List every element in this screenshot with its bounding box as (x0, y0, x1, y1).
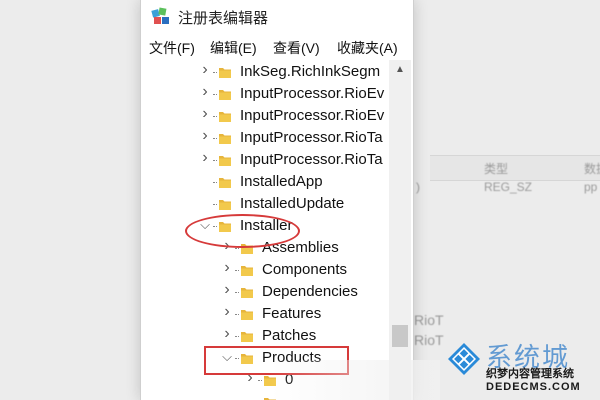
tree-item[interactable]: › Patches (141, 326, 391, 348)
chevron-right-icon[interactable]: › (221, 282, 233, 298)
title-bar[interactable]: 注册表编辑器 (141, 0, 413, 34)
tree-item[interactable]: › InputProcessor.RioTa (141, 128, 391, 150)
tree-item-label: InstalledApp (240, 173, 323, 190)
chevron-right-icon[interactable]: › (199, 128, 211, 144)
menu-bar: 文件(F) 编辑(E) 查看(V) 收藏夹(A) (141, 36, 413, 60)
tree-item[interactable]: InstalledApp (141, 172, 391, 194)
folder-icon (219, 68, 231, 78)
window-title: 注册表编辑器 (178, 10, 269, 27)
tree-connector (235, 336, 239, 338)
chevron-right-icon[interactable]: › (221, 304, 233, 320)
tree-item[interactable]: › Dependencies (141, 282, 391, 304)
tree-connector (213, 182, 217, 184)
tree-item-label: Dependencies (262, 283, 358, 300)
tree-item-label: InkSeg.RichInkSegm (240, 63, 381, 80)
watermark: 系统城 织梦内容管理系统 DEDECMS.COM (440, 335, 600, 400)
regedit-icon (151, 7, 169, 24)
chevron-right-icon[interactable]: › (199, 150, 211, 166)
tree-item-label: Patches (262, 327, 317, 344)
watermark-line-1: 织梦内容管理系统 (486, 368, 574, 380)
tree-item[interactable]: › InputProcessor.RioTa (141, 150, 391, 172)
menu-view[interactable]: 查看(V) (273, 38, 320, 58)
folder-icon (219, 90, 231, 100)
bg-data-value: pp (584, 180, 598, 194)
tree-connector (235, 314, 239, 316)
folder-icon (219, 112, 231, 122)
tree-item[interactable]: › InputProcessor.RioEv (141, 84, 391, 106)
folder-icon (219, 178, 231, 188)
chevron-right-icon[interactable]: › (199, 62, 211, 78)
tree-item[interactable]: › InputProcessor.RioEv (141, 106, 391, 128)
tree-connector (213, 138, 217, 140)
highlight-ellipse-installer (185, 214, 300, 248)
windows-logo-icon (448, 343, 480, 375)
chevron-right-icon[interactable]: › (199, 106, 211, 122)
bg-paren: ) (416, 180, 420, 194)
tree-connector (213, 116, 217, 118)
tree-item-label: InputProcessor.RioTa (240, 151, 383, 168)
tree-item-label: Features (262, 305, 322, 322)
folder-icon (241, 266, 253, 276)
bg-riot-1: RioT (414, 312, 444, 328)
tree-connector (213, 94, 217, 96)
scroll-thumb[interactable] (392, 325, 408, 347)
folder-icon (241, 310, 253, 320)
bg-type-value: REG_SZ (484, 180, 533, 194)
chevron-right-icon[interactable]: › (221, 326, 233, 342)
tree-item[interactable]: InstalledUpdate (141, 194, 391, 216)
menu-edit[interactable]: 编辑(E) (210, 38, 257, 58)
folder-icon (241, 288, 253, 298)
bg-col-type: 类型 (484, 162, 509, 176)
tree-item-label: InstalledUpdate (240, 195, 345, 212)
tree-item[interactable]: › Components (141, 260, 391, 282)
menu-file[interactable]: 文件(F) (149, 38, 195, 58)
bg-col-data: 数据 (584, 162, 600, 176)
tree-connector (258, 380, 262, 382)
registry-editor-window: 注册表编辑器 文件(F) 编辑(E) 查看(V) 收藏夹(A) › InkSeg.… (140, 0, 414, 400)
menu-favorites[interactable]: 收藏夹(A) (337, 38, 398, 58)
tree-item-label: InputProcessor.RioEv (240, 107, 385, 124)
tree-connector (213, 72, 217, 74)
scroll-up-arrow-icon[interactable]: ▲ (393, 64, 407, 75)
background-column-header (430, 155, 600, 181)
tree-connector (235, 270, 239, 272)
tree-connector (235, 292, 239, 294)
tree-item[interactable]: › Features (141, 304, 391, 326)
tree-connector (235, 248, 239, 250)
folder-icon (219, 134, 231, 144)
tree-connector (213, 204, 217, 206)
chevron-right-icon[interactable]: › (199, 84, 211, 100)
tree-item[interactable]: › InkSeg.RichInkSegm (141, 62, 391, 84)
folder-icon (241, 332, 253, 342)
tree-item-label: Components (262, 261, 348, 278)
folder-icon (219, 200, 231, 210)
bottom-fade (270, 360, 440, 400)
watermark-line-2: DEDECMS.COM (486, 381, 581, 393)
tree-scrollbar[interactable]: ▲ (389, 60, 411, 400)
chevron-right-icon[interactable]: › (221, 260, 233, 276)
tree-connector (213, 160, 217, 162)
folder-icon (219, 156, 231, 166)
tree-item-label: InputProcessor.RioEv (240, 85, 385, 102)
tree-item-label: InputProcessor.RioTa (240, 129, 383, 146)
